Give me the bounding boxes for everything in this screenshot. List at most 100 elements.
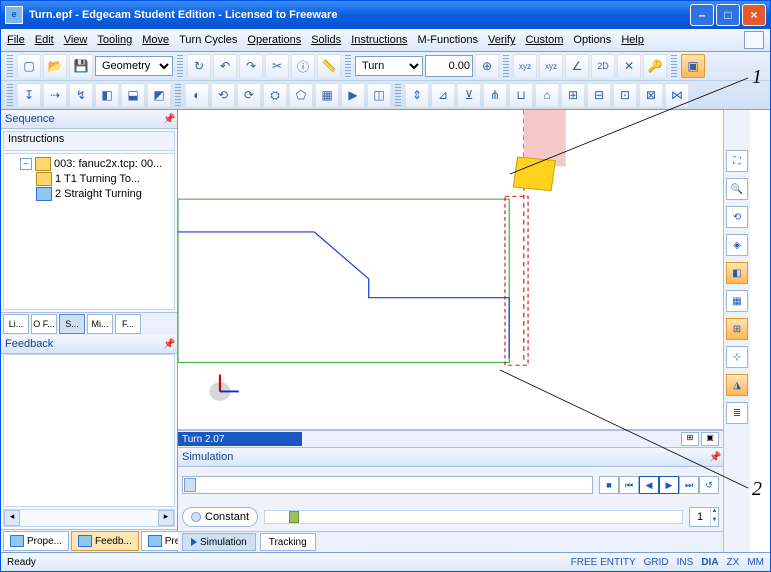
- angle-button[interactable]: ∠: [565, 54, 589, 78]
- layers-icon[interactable]: ≣: [726, 402, 748, 424]
- tb-a4[interactable]: ◧: [95, 83, 119, 107]
- coord-input[interactable]: [425, 55, 473, 77]
- marker-icon[interactable]: ◮: [726, 374, 748, 396]
- menu-options[interactable]: Options: [573, 34, 611, 46]
- switch-s[interactable]: S...: [59, 314, 85, 334]
- switch-mi[interactable]: Mi...: [87, 314, 113, 334]
- left-hscroll[interactable]: ◂ ▸: [3, 509, 175, 527]
- menu-view[interactable]: View: [64, 34, 88, 46]
- prev-button[interactable]: ◀: [639, 476, 659, 494]
- grip-icon[interactable]: [7, 55, 13, 77]
- key-icon[interactable]: 🔑: [643, 54, 667, 78]
- tb-b2[interactable]: ⟲: [211, 83, 235, 107]
- switch-of[interactable]: O F...: [31, 314, 57, 334]
- axis-icon[interactable]: ⊹: [726, 346, 748, 368]
- menu-instructions[interactable]: Instructions: [351, 34, 407, 46]
- 2d-button[interactable]: 2D: [591, 54, 615, 78]
- stop-button[interactable]: ■: [599, 476, 619, 494]
- menu-m-functions[interactable]: M-Functions: [417, 34, 478, 46]
- tb-b4[interactable]: ⛭: [263, 83, 287, 107]
- pin-icon[interactable]: 📌: [163, 114, 175, 124]
- collapse-icon[interactable]: –: [20, 158, 32, 170]
- grip-icon[interactable]: [177, 55, 183, 77]
- tb-c11[interactable]: ⋈: [665, 83, 689, 107]
- grip-icon[interactable]: [345, 55, 351, 77]
- cube-icon[interactable]: ◧: [726, 262, 748, 284]
- tb-c10[interactable]: ⊠: [639, 83, 663, 107]
- tb-c6[interactable]: ⌂: [535, 83, 559, 107]
- tb-c8[interactable]: ⊟: [587, 83, 611, 107]
- pin-icon[interactable]: 📌: [163, 339, 175, 349]
- slider-thumb[interactable]: [289, 511, 299, 523]
- speed-slider[interactable]: [264, 510, 683, 524]
- minimize-button[interactable]: –: [690, 4, 714, 26]
- zoom-fit-icon[interactable]: ⛶: [726, 150, 748, 172]
- tb-a2[interactable]: ⇢: [43, 83, 67, 107]
- tb-a3[interactable]: ↯: [69, 83, 93, 107]
- mode-select[interactable]: Turn: [355, 56, 423, 76]
- scroll-left-icon[interactable]: ◂: [4, 510, 20, 526]
- grip-icon[interactable]: [503, 55, 509, 77]
- menu-tooling[interactable]: Tooling: [97, 34, 132, 46]
- tb-b7[interactable]: ▶: [341, 83, 365, 107]
- spin-down-icon[interactable]: ▼: [710, 517, 718, 526]
- grip-icon[interactable]: [7, 84, 13, 106]
- mode-toggle[interactable]: ▣: [681, 54, 705, 78]
- tree-item[interactable]: 2 Straight Turning: [36, 186, 172, 201]
- redo-button[interactable]: ↷: [239, 54, 263, 78]
- menu-operations[interactable]: Operations: [247, 34, 301, 46]
- layer-select[interactable]: Geometry: [95, 56, 173, 76]
- menu-verify[interactable]: Verify: [488, 34, 516, 46]
- rewind-button[interactable]: ⏮: [619, 476, 639, 494]
- spin-up-icon[interactable]: ▲: [710, 508, 718, 517]
- maximize-button[interactable]: □: [716, 4, 740, 26]
- view-br[interactable]: ▣: [701, 432, 719, 446]
- new-button[interactable]: ▢: [17, 54, 41, 78]
- tb-c3[interactable]: ⊻: [457, 83, 481, 107]
- wire-icon[interactable]: ⊞: [726, 318, 748, 340]
- xyz-button[interactable]: xyz: [513, 54, 537, 78]
- speed-spin[interactable]: ▲▼: [689, 507, 719, 527]
- scroll-right-icon[interactable]: ▸: [158, 510, 174, 526]
- grip-icon[interactable]: [175, 84, 181, 106]
- tb-b8[interactable]: ◫: [367, 83, 391, 107]
- menu-move[interactable]: Move: [142, 34, 169, 46]
- play-button[interactable]: ▶: [659, 476, 679, 494]
- tb-c4[interactable]: ⋔: [483, 83, 507, 107]
- tree-item[interactable]: 1 T1 Turning To...: [36, 171, 172, 186]
- menu-solids[interactable]: Solids: [311, 34, 341, 46]
- view-bl[interactable]: ⊞: [681, 432, 699, 446]
- instruction-tree[interactable]: – 003: fanuc2x.tcp: 00... 1 T1 Turning T…: [3, 153, 175, 310]
- loop-button[interactable]: ↺: [699, 476, 719, 494]
- tb-b5[interactable]: ⬠: [289, 83, 313, 107]
- tb-c5[interactable]: ⊔: [509, 83, 533, 107]
- pin-icon[interactable]: 📌: [709, 452, 721, 462]
- refresh-button[interactable]: ↻: [187, 54, 211, 78]
- tb-a6[interactable]: ◩: [147, 83, 171, 107]
- xyz2-button[interactable]: xyz: [539, 54, 563, 78]
- tb-c7[interactable]: ⊞: [561, 83, 585, 107]
- switch-f[interactable]: F...: [115, 314, 141, 334]
- switch-li[interactable]: Li...: [3, 314, 29, 334]
- undo-button[interactable]: ↶: [213, 54, 237, 78]
- menu-help[interactable]: Help: [621, 34, 644, 46]
- tb-b6[interactable]: ▦: [315, 83, 339, 107]
- target-icon[interactable]: ⊕: [475, 54, 499, 78]
- viewport[interactable]: [178, 110, 723, 430]
- rotate-icon[interactable]: ⟲: [726, 206, 748, 228]
- ffwd-button[interactable]: ⏭: [679, 476, 699, 494]
- save-button[interactable]: 💾: [69, 54, 93, 78]
- constant-button[interactable]: Constant: [182, 507, 258, 527]
- iso-icon[interactable]: ◈: [726, 234, 748, 256]
- grip-icon[interactable]: [395, 84, 401, 106]
- menu-edit[interactable]: Edit: [35, 34, 54, 46]
- tb-a5[interactable]: ⬓: [121, 83, 145, 107]
- tb-b1[interactable]: ◐: [185, 83, 209, 107]
- tree-root[interactable]: – 003: fanuc2x.tcp: 00...: [20, 156, 172, 171]
- tab-properties[interactable]: Prope...: [3, 531, 69, 551]
- tb-c1[interactable]: ⇕: [405, 83, 429, 107]
- tb-c9[interactable]: ⊡: [613, 83, 637, 107]
- close-button[interactable]: ×: [742, 4, 766, 26]
- info-button[interactable]: ⓘ: [291, 54, 315, 78]
- tab-simulation[interactable]: Simulation: [182, 533, 256, 551]
